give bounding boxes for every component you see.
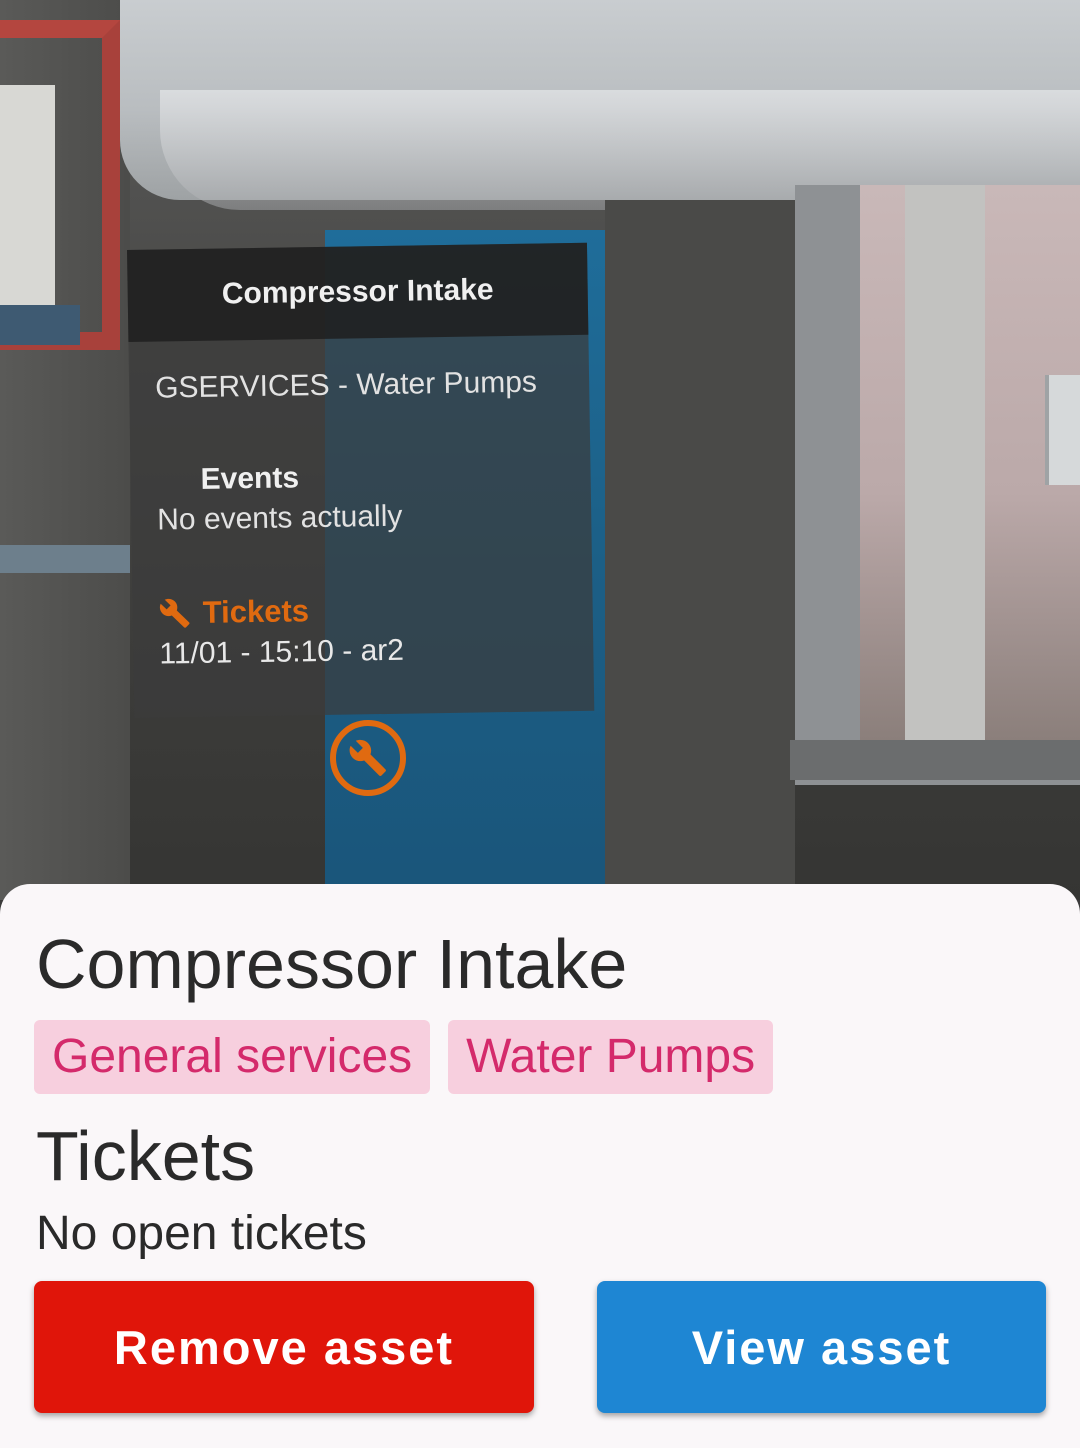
ac-unit [1045, 375, 1080, 485]
chip-general-services[interactable]: General services [34, 1020, 431, 1094]
window-pillar [905, 185, 985, 745]
asset-bottom-sheet: Compressor Intake General services Water… [0, 884, 1080, 1448]
shelf-blue-item [0, 305, 80, 345]
tickets-status: No open tickets [36, 1207, 367, 1260]
ar-card-header: Compressor Intake [127, 242, 589, 342]
ar-asset-card[interactable]: Compressor Intake GSERVICES - Water Pump… [127, 242, 595, 718]
ar-marker-wrench-icon[interactable] [328, 718, 408, 798]
ar-card-subtitle: GSERVICES - Water Pumps [154, 365, 538, 405]
chip-water-pumps[interactable]: Water Pumps [448, 1020, 774, 1094]
remove-asset-button[interactable]: Remove asset [34, 1281, 534, 1413]
view-asset-button[interactable]: View asset [597, 1281, 1046, 1413]
ar-tickets-title: Tickets [202, 593, 310, 630]
tickets-heading: Tickets [36, 1117, 256, 1195]
asset-title: Compressor Intake [36, 925, 628, 1003]
wall-rail [0, 545, 130, 573]
wrench-icon [159, 598, 190, 628]
ar-events-title: Events [200, 461, 300, 496]
camera-view: Compressor Intake GSERVICES - Water Pump… [0, 0, 1080, 900]
ar-tickets-row: Tickets [132, 531, 593, 632]
door-area [605, 200, 795, 900]
window-sill [790, 740, 1080, 780]
ar-tickets-text: 11/01 - 15:10 - ar2 [159, 633, 405, 671]
ar-card-title: Compressor Intake [221, 273, 494, 311]
shelf-box [0, 85, 55, 305]
tag-chips: General services Water Pumps [34, 1020, 774, 1094]
